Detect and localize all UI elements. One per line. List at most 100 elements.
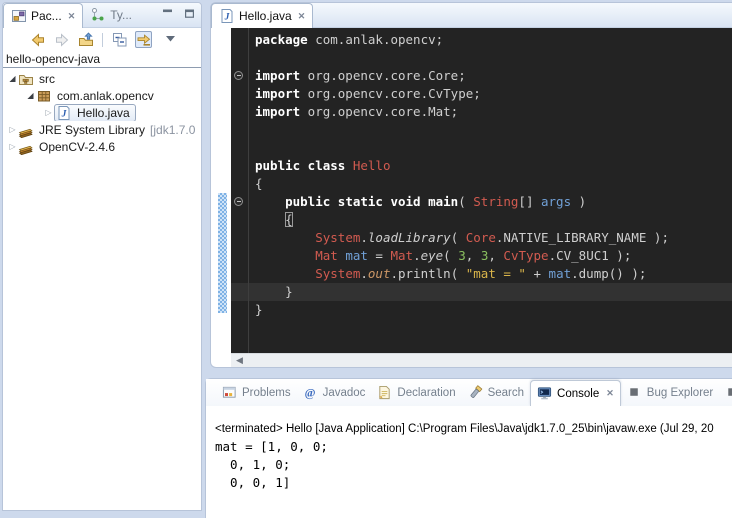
link-with-editor-icon: [136, 32, 152, 48]
code-token: (: [458, 194, 473, 209]
console-body[interactable]: <terminated> Hello [Java Application] C:…: [206, 406, 732, 518]
bug-icon: [627, 385, 642, 400]
search-icon: [468, 385, 483, 400]
code-line[interactable]: {: [231, 211, 732, 229]
close-icon[interactable]: ✕: [66, 11, 76, 22]
svg-text:@: @: [304, 386, 315, 399]
tree-item-com.anlak.opencv[interactable]: ◢com.anlak.opencv: [3, 87, 201, 104]
toolbar-separator: [102, 33, 103, 47]
code-line-current[interactable]: }: [231, 283, 732, 301]
code-line[interactable]: {: [231, 175, 732, 193]
code-token: mat: [549, 266, 572, 281]
code-token: Core: [466, 230, 496, 245]
console-view: Problems@Javadoc Declaration SearchConsole…: [205, 378, 732, 518]
code-token: ,: [466, 248, 481, 263]
expand-arrow-icon[interactable]: ▷: [7, 142, 18, 151]
code-token: 3: [458, 248, 466, 263]
code-token: public static void main: [285, 194, 458, 209]
tab-bug[interactable]: Bug: [719, 379, 732, 406]
tree-item-project[interactable]: hello-opencv-java: [3, 51, 201, 68]
src-folder-icon: [18, 71, 34, 87]
selected-tree-item[interactable]: JHello.java: [54, 104, 136, 121]
code-line[interactable]: public static void main( String[] args ): [231, 193, 732, 211]
tab-hello-java[interactable]: J Hello.java ✕: [211, 3, 313, 28]
code-editor[interactable]: package com.anlak.opencv; import org.open…: [231, 28, 732, 353]
editor-part: J Hello.java ✕ package com.anlak.opencv;…: [210, 2, 732, 368]
tab-javadoc[interactable]: @Javadoc: [297, 379, 372, 406]
tab-label: Bug Explorer: [647, 387, 713, 399]
fold-collapse-icon[interactable]: [234, 197, 243, 206]
back-arrow-icon: [30, 32, 46, 48]
code-line[interactable]: }: [231, 301, 732, 319]
code-token: {: [285, 212, 293, 227]
editor-tab-label: Hello.java: [239, 9, 292, 23]
svg-text:J: J: [224, 13, 230, 23]
code-line[interactable]: System.loadLibrary( Core.NATIVE_LIBRARY_…: [231, 229, 732, 247]
code-token: loadLibrary: [368, 230, 451, 245]
bug-icon: [725, 385, 732, 400]
tree-item-src[interactable]: ◢src: [3, 70, 201, 87]
code-line[interactable]: public class Hello: [231, 157, 732, 175]
collapse-arrow-icon[interactable]: ◢: [7, 74, 18, 83]
scroll-left-arrow-icon[interactable]: ◀: [231, 355, 243, 366]
expand-arrow-icon[interactable]: ▷: [43, 108, 54, 117]
code-line[interactable]: import org.opencv.core.Core;: [231, 67, 732, 85]
code-token: .NATIVE_LIBRARY_NAME );: [496, 230, 669, 245]
code-token: {: [255, 176, 263, 191]
tab-bug-explorer[interactable]: Bug Explorer: [621, 379, 719, 406]
link-with-editor-button[interactable]: [135, 31, 152, 48]
code-line[interactable]: [231, 49, 732, 67]
collapse-arrow-icon[interactable]: ◢: [25, 91, 36, 100]
view-menu-button[interactable]: [163, 31, 180, 48]
fold-collapse-icon[interactable]: [234, 71, 243, 80]
code-token: [255, 212, 285, 227]
view-menu-icon: [164, 32, 180, 48]
code-line[interactable]: import org.opencv.core.Mat;: [231, 103, 732, 121]
collapse-all-button[interactable]: [111, 31, 128, 48]
code-token: (: [451, 230, 466, 245]
console-icon: [537, 386, 552, 401]
type-hierarchy-icon: [90, 7, 106, 23]
tree-item-jre-system-library[interactable]: ▷JRE System Library [jdk1.7.0: [3, 121, 201, 138]
tab-type-hierarchy[interactable]: Ty...: [83, 3, 139, 27]
project-name-label: hello-opencv-java: [6, 52, 100, 66]
code-line[interactable]: [231, 139, 732, 157]
view-window-buttons: [162, 9, 195, 18]
console-output-text[interactable]: mat = [1, 0, 0; 0, 1, 0; 0, 0, 1]: [215, 438, 732, 492]
code-token: .: [360, 230, 368, 245]
console-process-header: <terminated> Hello [Java Application] C:…: [215, 423, 732, 435]
code-line[interactable]: [231, 121, 732, 139]
tab-problems[interactable]: Problems: [216, 379, 297, 406]
close-icon[interactable]: ✕: [296, 11, 306, 22]
code-line[interactable]: import org.opencv.core.CvType;: [231, 85, 732, 103]
tab-search[interactable]: Search: [462, 379, 530, 406]
maximize-icon[interactable]: [184, 9, 195, 18]
minimize-icon[interactable]: [162, 9, 173, 18]
code-token: out: [368, 266, 391, 281]
tree-item-label: JRE System Library: [37, 123, 147, 137]
code-token: import: [255, 68, 300, 83]
code-line[interactable]: System.out.println( "mat = " + mat.dump(…: [231, 265, 732, 283]
code-line[interactable]: Mat mat = Mat.eye( 3, 3, CvType.CV_8UC1 …: [231, 247, 732, 265]
tab-package-explorer[interactable]: Pac... ✕: [3, 3, 83, 28]
editor-horizontal-scrollbar[interactable]: ◀: [231, 353, 732, 367]
code-token: .println(: [390, 266, 465, 281]
java-file-icon: J: [219, 8, 235, 24]
expand-arrow-icon[interactable]: ▷: [7, 125, 18, 134]
tree-item-opencv-2.4.6[interactable]: ▷OpenCV-2.4.6: [3, 138, 201, 155]
forward-arrow[interactable]: [53, 31, 70, 48]
tree-item-hello.java[interactable]: ▷JHello.java: [3, 104, 201, 121]
tab-console[interactable]: Console✕: [530, 380, 621, 406]
tab-declaration[interactable]: Declaration: [371, 379, 461, 406]
tab-package-explorer-label: Pac...: [31, 9, 62, 23]
up-folder-button[interactable]: [77, 31, 94, 48]
code-line[interactable]: package com.anlak.opencv;: [231, 31, 732, 49]
back-arrow[interactable]: [29, 31, 46, 48]
code-token: .CV_8UC1 );: [549, 248, 632, 263]
package-explorer-view: Pac... ✕ Ty... hello-opencv-java ◢src◢co…: [2, 2, 202, 511]
forward-arrow-icon: [54, 32, 70, 48]
close-icon[interactable]: ✕: [604, 388, 614, 399]
library-icon: [18, 122, 34, 138]
code-token: mat: [345, 248, 368, 263]
tab-label: Declaration: [397, 387, 455, 399]
